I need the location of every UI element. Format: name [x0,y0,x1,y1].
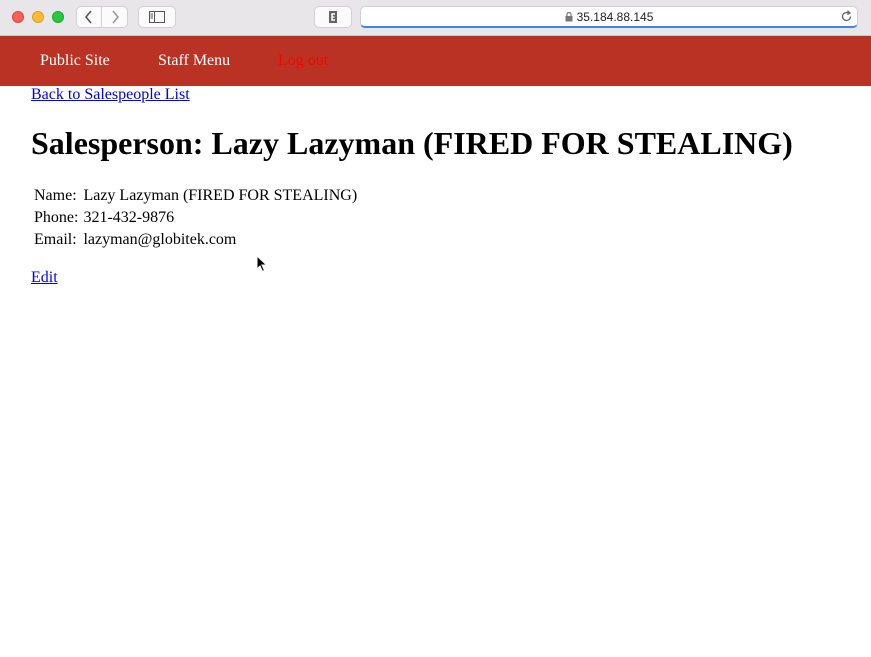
extension-button[interactable] [314,6,352,28]
detail-row-name: Name: Lazy Lazyman (FIRED FOR STEALING) [34,185,357,207]
forward-icon [111,10,119,24]
page-title: Salesperson: Lazy Lazyman (FIRED FOR STE… [31,125,793,161]
edit-link[interactable]: Edit [31,269,58,287]
sidebar-toggle-button[interactable] [138,6,176,28]
address-display: 35.184.88.145 [361,10,857,24]
nav-log-out-link[interactable]: Log out [278,52,328,70]
zoom-window-button[interactable] [52,11,64,23]
back-icon [84,10,92,24]
extension-icon [329,11,337,23]
sidebar-icon [149,11,165,23]
address-text: 35.184.88.145 [576,10,654,24]
address-bar[interactable]: 35.184.88.145 [360,6,858,28]
nav-staff-menu-link[interactable]: Staff Menu [158,52,230,70]
minimize-window-button[interactable] [32,11,44,23]
salesperson-details-table: Name: Lazy Lazyman (FIRED FOR STEALING) … [34,185,357,251]
detail-row-phone: Phone: 321-432-9876 [34,207,357,229]
mouse-cursor-icon [256,255,268,273]
nav-public-site-link[interactable]: Public Site [40,52,110,70]
forward-button[interactable] [102,6,128,28]
phone-value: 321-432-9876 [83,209,175,226]
detail-row-email: Email: lazyman@globitek.com [34,229,357,251]
browser-toolbar: 35.184.88.145 [0,0,871,36]
reload-icon[interactable] [840,10,853,23]
name-value: Lazy Lazyman (FIRED FOR STEALING) [83,187,358,204]
site-nav-bar: Public Site Staff Menu Log out [0,36,871,86]
phone-label: Phone: [34,209,79,226]
email-value: lazyman@globitek.com [83,231,237,248]
lock-icon [565,12,573,22]
name-label: Name: [34,187,77,204]
email-label: Email: [34,231,77,248]
back-button[interactable] [76,6,102,28]
close-window-button[interactable] [12,11,24,23]
back-to-salespeople-link[interactable]: Back to Salespeople List [31,86,190,104]
